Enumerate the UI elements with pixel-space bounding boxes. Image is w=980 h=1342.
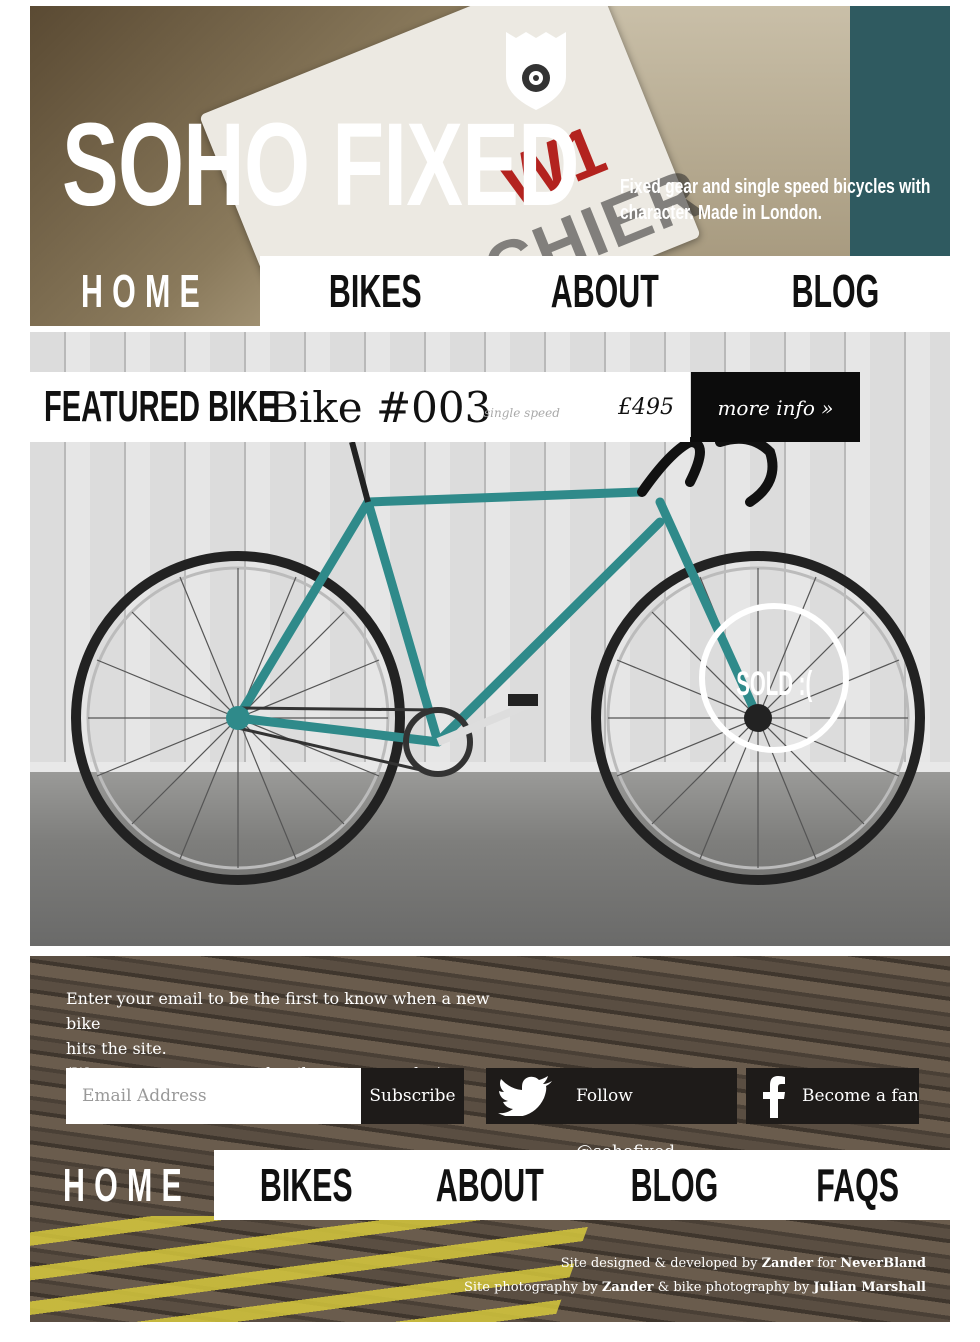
email-field[interactable] <box>66 1068 361 1124</box>
bottom-nav-blog[interactable]: BLOG <box>582 1150 766 1220</box>
featured-bike-bar: FEATURED BIKE Bike #003 single speed £49… <box>30 372 690 442</box>
credits-for: for <box>817 1256 837 1271</box>
bike-price: £495 <box>618 395 674 420</box>
top-nav-blog-label: BLOG <box>791 265 879 317</box>
bottom-nav-bikes-label: BIKES <box>259 1159 353 1211</box>
bottom-nav-blog-label: BLOG <box>630 1159 718 1211</box>
top-nav-about-label: ABOUT <box>551 265 659 317</box>
signup-text-line-1: Enter your email to be the first to know… <box>66 989 490 1033</box>
twitter-bird-icon <box>498 1076 552 1116</box>
top-nav-bikes[interactable]: BIKES <box>260 256 490 326</box>
site-tagline: Fixed gear and single speed bicycles wit… <box>620 174 930 226</box>
bottom-nav-home-label: HOME <box>62 1159 192 1211</box>
bottom-nav-about[interactable]: ABOUT <box>398 1150 582 1220</box>
facebook-fan-button[interactable]: Become a fan <box>746 1068 919 1124</box>
signup-text-line-2: hits the site. <box>66 1039 167 1058</box>
credits-photography-by: Site photography by <box>463 1280 598 1295</box>
credits-photographer-link[interactable]: Zander <box>602 1280 654 1295</box>
credits-company-link[interactable]: NeverBland <box>840 1256 926 1271</box>
top-nav-about[interactable]: ABOUT <box>490 256 720 326</box>
sold-badge-text: SOLD :( <box>736 665 812 703</box>
bottom-nav-about-label: ABOUT <box>436 1159 544 1211</box>
bottom-nav-home-cell: HOME <box>30 1150 214 1220</box>
site-title[interactable]: SOHO FIXED <box>62 106 580 224</box>
credits-designed-by: Site designed & developed by <box>560 1256 758 1271</box>
top-nav-blog[interactable]: BLOG <box>720 256 950 326</box>
facebook-icon <box>763 1076 785 1118</box>
bottom-nav-bikes[interactable]: BIKES <box>214 1150 398 1220</box>
bottom-nav-faqs-label: FAQS <box>816 1159 900 1211</box>
bottom-nav-links-bar: BIKES ABOUT BLOG FAQS <box>214 1150 950 1220</box>
nav-home-cell: HOME <box>30 256 260 326</box>
featured-label-text: FEATURED BIKE <box>44 382 278 431</box>
sold-badge: SOLD :( <box>699 603 849 753</box>
bottom-navigation: HOME BIKES ABOUT BLOG FAQS <box>30 1150 950 1220</box>
nav-links-bar: BIKES ABOUT BLOG <box>260 256 950 326</box>
top-navigation: HOME BIKES ABOUT BLOG <box>30 256 950 326</box>
bike-type: single speed <box>484 406 560 420</box>
more-info-button[interactable]: more info » <box>691 372 860 442</box>
credits-bike-photography: & bike photography by <box>657 1280 810 1295</box>
bottom-nav-home[interactable]: HOME <box>30 1150 214 1220</box>
credits-designer-link[interactable]: Zander <box>762 1256 814 1271</box>
twitter-follow-button[interactable]: Follow @sohofixed <box>486 1068 737 1162</box>
credits-bike-photographer-link[interactable]: Julian Marshall <box>813 1280 926 1295</box>
bike-name[interactable]: Bike #003 <box>268 372 491 442</box>
top-nav-home-label: HOME <box>80 265 210 317</box>
bottom-nav-faqs[interactable]: FAQS <box>766 1150 950 1220</box>
site-credits: Site designed & developed by Zander for … <box>440 1252 926 1300</box>
tagline-line-1: Fixed gear and single speed bicycles wit… <box>620 176 931 198</box>
top-nav-home[interactable]: HOME <box>30 256 260 326</box>
subscribe-button[interactable]: Subscribe <box>361 1068 464 1124</box>
top-nav-bikes-label: BIKES <box>328 265 422 317</box>
tagline-line-2: character. Made in London. <box>620 202 822 224</box>
facebook-fan-label: Become a fan <box>802 1086 919 1106</box>
